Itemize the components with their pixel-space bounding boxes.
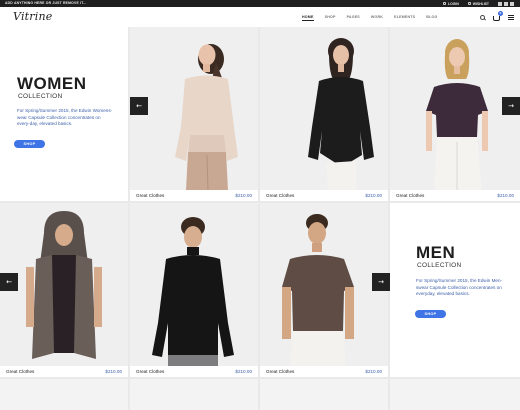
instagram-icon[interactable] [510, 1, 514, 6]
user-icon [443, 2, 447, 5]
login-link[interactable]: LOGIN [443, 2, 459, 6]
nav-elements[interactable]: ELEMENTS [394, 15, 415, 19]
product-image[interactable] [390, 27, 520, 190]
product-name[interactable]: Great Clothes [136, 369, 164, 374]
main-nav: HOME SHOP PAGES WORK ELEMENTS BLOG [302, 7, 437, 27]
product-image[interactable] [130, 27, 258, 190]
product-name[interactable]: Great Clothes [6, 369, 34, 374]
product-grid: WOMEN COLLECTION For Spring/Summer 2015,… [0, 27, 520, 410]
product-caption: Great Clothes $210.00 [390, 190, 520, 201]
product-caption: Great Clothes $210.00 [130, 190, 258, 201]
carousel-prev-button[interactable]: ← [130, 97, 148, 115]
product-image[interactable] [260, 203, 388, 366]
site-logo[interactable]: Vitrine [13, 10, 52, 23]
model-woman-purple-tee [390, 27, 520, 190]
product-card[interactable]: Great Clothes $210.00 [0, 203, 128, 377]
product-card[interactable] [390, 379, 520, 410]
arrow-left-icon: ← [136, 101, 142, 110]
model-man-brown-tee [260, 203, 388, 366]
product-card[interactable]: Great Clothes $210.00 [130, 203, 258, 377]
heart-icon [467, 2, 471, 5]
header-icons: 0 [480, 7, 514, 27]
product-price: $210.00 [235, 369, 252, 374]
men-shop-button[interactable]: SHOP [415, 310, 446, 318]
women-shop-button[interactable]: SHOP [14, 140, 45, 148]
product-name[interactable]: Great Clothes [396, 193, 424, 198]
product-card[interactable] [130, 379, 258, 410]
menu-icon[interactable] [508, 14, 514, 20]
product-card[interactable]: Great Clothes $210.00 [260, 203, 388, 377]
model-woman-blush-top [130, 27, 258, 190]
arrow-right-icon: → [508, 101, 514, 110]
men-promo-description: For Spring/Summer 2015, the Edwin Men-sw… [416, 278, 503, 297]
topbar-links: LOGIN WISHLIST [443, 0, 514, 7]
men-promo-title: MEN [416, 243, 456, 262]
product-card[interactable] [0, 379, 128, 410]
carousel-next-button[interactable]: → [502, 97, 520, 115]
wishlist-label: WISHLIST [472, 1, 489, 6]
product-card[interactable] [260, 379, 388, 410]
women-promo-subtitle: COLLECTION [18, 93, 63, 100]
product-image[interactable] [0, 203, 128, 366]
product-card[interactable]: Great Clothes $210.00 [390, 27, 520, 201]
product-price: $210.00 [365, 193, 382, 198]
cart-count-badge: 0 [498, 10, 503, 16]
product-price: $210.00 [105, 369, 122, 374]
top-announcement-bar: ADD ANYTHING HERE OR JUST REMOVE IT... L… [0, 0, 520, 7]
product-card[interactable]: Great Clothes $210.00 [260, 27, 388, 201]
product-card[interactable]: Great Clothes $210.00 [130, 27, 258, 201]
model-man-black-turtleneck [130, 203, 258, 366]
product-caption: Great Clothes $210.00 [260, 366, 388, 377]
facebook-icon[interactable] [498, 1, 502, 6]
nav-shop[interactable]: SHOP [325, 15, 336, 19]
carousel-prev-button[interactable]: ← [0, 273, 18, 291]
social-links [498, 1, 514, 6]
search-icon[interactable] [480, 14, 485, 20]
nav-home[interactable]: HOME [302, 15, 314, 21]
nav-pages[interactable]: PAGES [347, 15, 360, 19]
product-name[interactable]: Great Clothes [266, 369, 294, 374]
product-caption: Great Clothes $210.00 [130, 366, 258, 377]
arrow-right-icon: → [378, 277, 384, 286]
women-promo-title: WOMEN [17, 74, 87, 93]
men-promo-subtitle: COLLECTION [417, 262, 462, 269]
product-caption: Great Clothes $210.00 [260, 190, 388, 201]
carousel-next-button[interactable]: → [372, 273, 390, 291]
twitter-icon[interactable] [504, 1, 508, 6]
model-man-hooded-vest [0, 203, 128, 366]
product-image[interactable] [260, 27, 388, 190]
men-collection-promo: MEN COLLECTION For Spring/Summer 2015, t… [390, 203, 520, 377]
women-collection-promo: WOMEN COLLECTION For Spring/Summer 2015,… [0, 27, 128, 201]
login-label: LOGIN [448, 1, 459, 6]
nav-work[interactable]: WORK [371, 15, 383, 19]
model-woman-black-top [260, 27, 388, 190]
wishlist-link[interactable]: WISHLIST [467, 1, 489, 6]
product-price: $210.00 [497, 193, 514, 198]
women-promo-description: For Spring/Summer 2015, the Edwin Womens… [17, 108, 113, 127]
site-header: Vitrine HOME SHOP PAGES WORK ELEMENTS BL… [0, 7, 520, 27]
product-name[interactable]: Great Clothes [136, 193, 164, 198]
arrow-left-icon: ← [6, 277, 12, 286]
product-price: $210.00 [235, 193, 252, 198]
cart-icon[interactable]: 0 [493, 10, 503, 21]
product-image[interactable] [130, 203, 258, 366]
product-caption: Great Clothes $210.00 [0, 366, 128, 377]
nav-blog[interactable]: BLOG [426, 15, 437, 19]
product-price: $210.00 [365, 369, 382, 374]
product-name[interactable]: Great Clothes [266, 193, 294, 198]
announcement-text: ADD ANYTHING HERE OR JUST REMOVE IT... [5, 1, 87, 5]
